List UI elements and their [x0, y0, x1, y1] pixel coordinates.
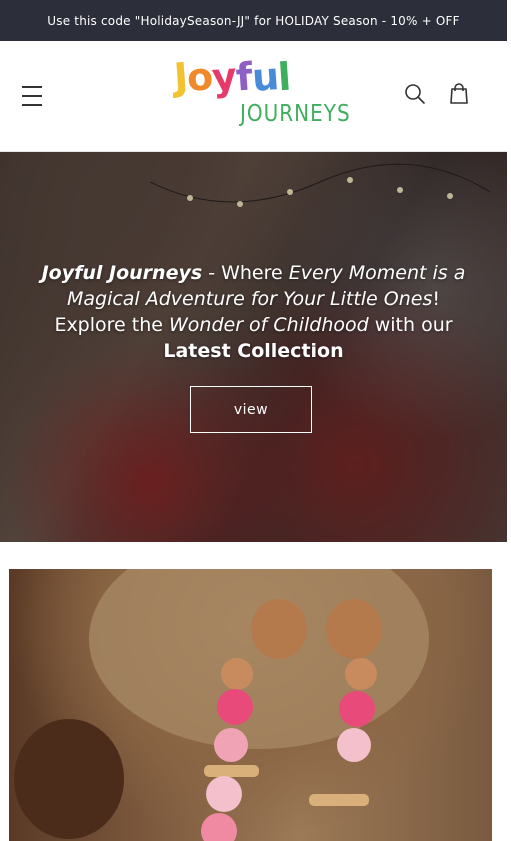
hero-banner: Joyful Journeys - Where Every Moment is … [0, 152, 507, 542]
announcement-bar: Use this code "HolidaySeason-JJ" for HOL… [0, 0, 507, 41]
page-gutter [507, 0, 511, 841]
hamburger-menu-icon[interactable] [22, 86, 46, 106]
cart-icon[interactable] [446, 81, 472, 107]
site-header: Joyful JOURNEYS [0, 41, 507, 152]
hero-headline: Joyful Journeys - Where Every Moment is … [30, 260, 477, 364]
hero-brand-name: Joyful Journeys [41, 262, 203, 284]
view-button[interactable]: view [190, 386, 312, 433]
logo-wordmark-top: Joyful [172, 54, 292, 100]
hero-latest-collection: Latest Collection [163, 340, 344, 362]
pacifier-clip-illustration [14, 569, 429, 841]
product-image[interactable] [9, 569, 492, 841]
hero-text-part: - Where [202, 262, 289, 284]
search-icon[interactable] [402, 81, 428, 107]
hero-text-part: with our [368, 314, 453, 336]
logo-wordmark-bottom: JOURNEYS [240, 99, 351, 127]
site-logo[interactable]: Joyful JOURNEYS [172, 54, 349, 135]
hero-wonder: Wonder of Childhood [169, 314, 369, 336]
announcement-text: Use this code "HolidaySeason-JJ" for HOL… [47, 13, 460, 28]
